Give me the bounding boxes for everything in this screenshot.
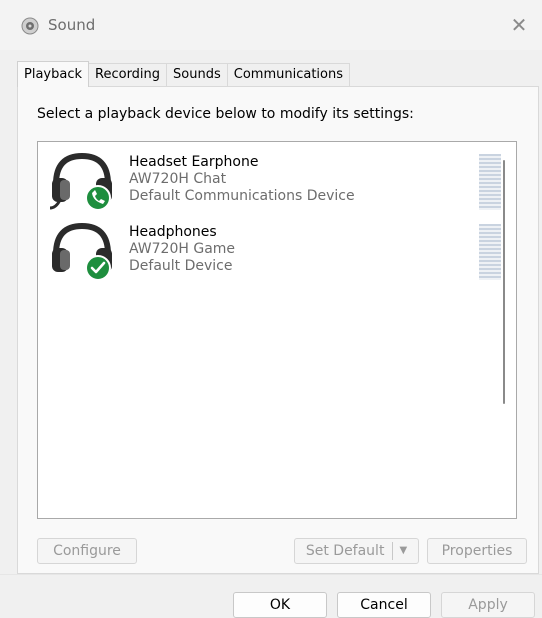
device-list[interactable]: Headset Earphone AW720H Chat Default Com…: [37, 141, 517, 519]
set-default-button[interactable]: Set Default ▼: [294, 538, 419, 564]
chevron-down-icon[interactable]: ▼: [392, 542, 407, 560]
properties-button[interactable]: Properties: [427, 538, 527, 564]
tab-playback[interactable]: Playback: [17, 61, 90, 87]
device-name: Headset Earphone: [129, 154, 259, 170]
configure-button[interactable]: Configure: [37, 538, 137, 564]
device-text: Headphones AW720H Game Default Device: [129, 224, 235, 275]
footer-divider: [0, 574, 542, 575]
cancel-button[interactable]: Cancel: [337, 592, 431, 618]
device-headset-earphone[interactable]: Headset Earphone AW720H Chat Default Com…: [48, 148, 501, 211]
window-title: Sound: [48, 16, 96, 34]
apply-button[interactable]: Apply: [441, 592, 535, 618]
device-headphones[interactable]: Headphones AW720H Game Default Device: [48, 218, 501, 281]
device-name: Headphones: [129, 224, 217, 240]
title-bar: Sound ✕: [0, 0, 542, 50]
instruction-text: Select a playback device below to modify…: [37, 106, 414, 122]
speaker-icon: [21, 17, 39, 35]
device-status: Default Device: [129, 258, 233, 274]
vertical-scrollbar[interactable]: [492, 142, 516, 518]
tab-recording[interactable]: Recording: [88, 63, 168, 86]
headphones-check-icon: [52, 222, 112, 281]
tab-strip: Playback Recording Sounds Communications: [17, 61, 351, 87]
ok-button[interactable]: OK: [233, 592, 327, 618]
tab-communications[interactable]: Communications: [226, 63, 351, 86]
headset-phone-icon: [49, 152, 112, 211]
device-status: Default Communications Device: [129, 188, 355, 204]
playback-panel: Select a playback device below to modify…: [17, 86, 539, 574]
tab-sounds[interactable]: Sounds: [166, 63, 228, 86]
close-button[interactable]: ✕: [496, 0, 542, 50]
device-text: Headset Earphone AW720H Chat Default Com…: [129, 154, 355, 205]
set-default-label: Set Default: [305, 543, 385, 559]
device-model: AW720H Game: [129, 241, 236, 257]
scrollbar-thumb[interactable]: [503, 160, 505, 404]
device-model: AW720H Chat: [129, 171, 227, 187]
